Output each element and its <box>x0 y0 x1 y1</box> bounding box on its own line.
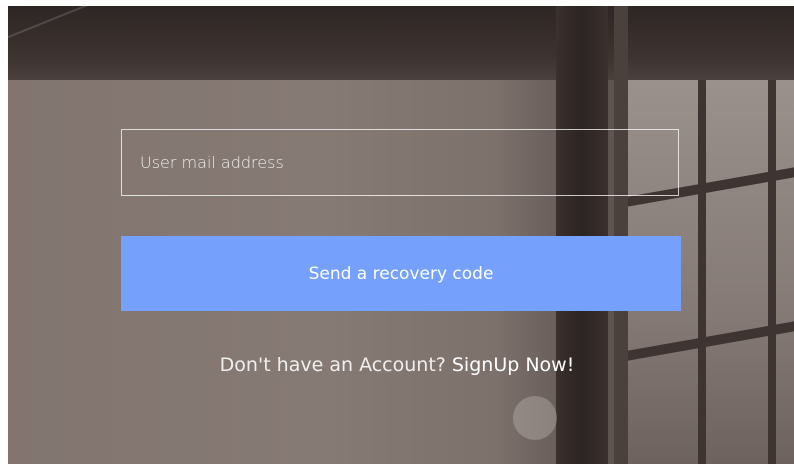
page: Send a recovery code Don't have an Accou… <box>0 0 794 468</box>
signup-prompt-line: Don't have an Account? SignUp Now! <box>0 354 794 376</box>
background-pillar <box>556 6 608 464</box>
background-ceiling <box>8 6 794 80</box>
background-pillar <box>614 6 628 464</box>
background-image <box>8 6 794 464</box>
send-recovery-code-button[interactable]: Send a recovery code <box>121 236 681 311</box>
signup-prompt-text: Don't have an Account? <box>219 354 446 376</box>
signup-link[interactable]: SignUp Now! <box>452 354 574 376</box>
background-window-mullion <box>698 80 706 464</box>
email-field[interactable] <box>121 129 679 196</box>
background-light <box>513 396 557 440</box>
background-window-mullion <box>768 80 776 464</box>
